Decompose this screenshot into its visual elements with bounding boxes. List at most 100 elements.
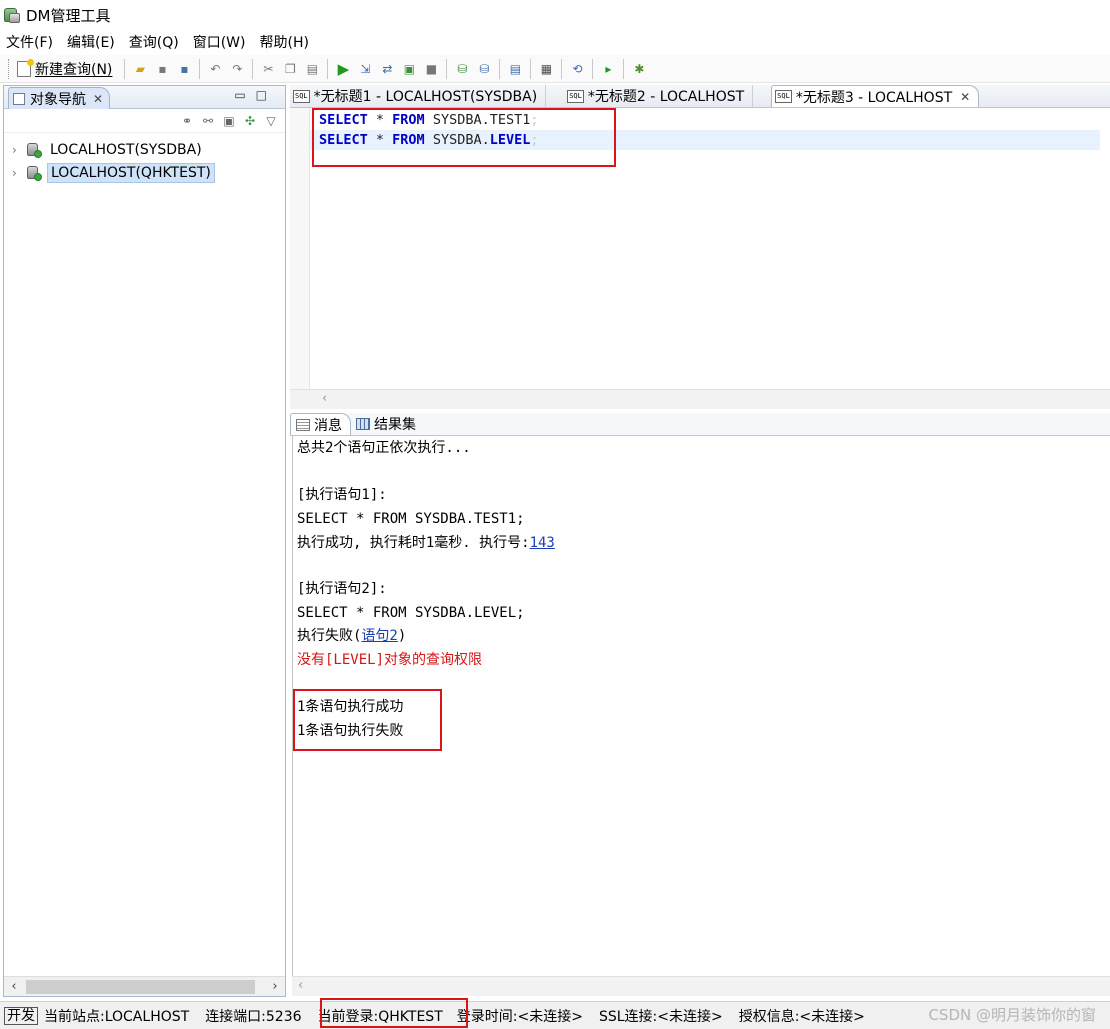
- sql-file-icon: SQL: [567, 89, 584, 103]
- message-stmt1-result: 执行成功, 执行耗时1毫秒. 执行号:143: [297, 532, 555, 555]
- close-icon[interactable]: ✕: [960, 90, 970, 104]
- commit-icon[interactable]: ⛁: [453, 60, 471, 78]
- toolbar-grip: [8, 58, 11, 79]
- run-to-cursor-icon[interactable]: ▸: [599, 60, 617, 78]
- toolbar-separator: [327, 58, 329, 79]
- sql-semicolon: ;: [530, 112, 539, 128]
- cut-icon[interactable]: ✂: [259, 60, 277, 78]
- message-text: 执行成功, 执行耗时1毫秒. 执行号:: [297, 535, 530, 551]
- undo-icon[interactable]: ↶: [206, 60, 224, 78]
- menu-bar: 文件(F) 编辑(E) 查询(Q) 窗口(W) 帮助(H): [0, 30, 1110, 54]
- sql-keyword: SELECT: [319, 132, 368, 148]
- scroll-left-icon[interactable]: ‹: [298, 978, 303, 993]
- tree-node-label: LOCALHOST(QHKTEST): [47, 162, 215, 183]
- exec-number-link[interactable]: 143: [530, 535, 555, 551]
- navigator-tab-row: 对象导航 ✕ ▭□: [4, 86, 285, 109]
- toolbar: 新建查询(N) ▰ ▪ ▪ ↶ ↷ ✂ ❐ ▤ ▶ ⇲ ⇄ ▣ ■ ⛁ ⛁ ▤ …: [0, 55, 1110, 83]
- code-line-2[interactable]: SELECT * FROM SYSDBA.LEVEL;: [310, 130, 1100, 150]
- sql-file-icon: SQL: [775, 90, 792, 103]
- tab-messages[interactable]: 消息: [290, 413, 351, 435]
- menu-query[interactable]: 查询(Q): [129, 32, 179, 52]
- chevron-right-icon[interactable]: ›: [12, 166, 26, 180]
- view-menu-chevron-down-icon[interactable]: ▽: [263, 113, 279, 129]
- minimize-maximize-icon[interactable]: ▭□: [234, 88, 277, 102]
- execute-icon[interactable]: ▶: [334, 60, 352, 78]
- messages-icon: [296, 418, 310, 431]
- messages-horizontal-scrollbar[interactable]: ‹: [292, 976, 1110, 996]
- chevron-right-icon[interactable]: ›: [12, 143, 26, 157]
- statement-2-link[interactable]: 语句2: [361, 628, 397, 644]
- debug-bug-icon[interactable]: ✱: [630, 60, 648, 78]
- status-license: 授权信息:<未连接>: [738, 1008, 865, 1025]
- save-all-icon[interactable]: ▪: [175, 60, 193, 78]
- connect-icon[interactable]: ⚭: [179, 113, 195, 129]
- window-title: DM管理工具: [26, 6, 111, 25]
- collapse-all-icon[interactable]: ✣: [242, 113, 258, 129]
- navigator-tab-label: 对象导航: [30, 91, 86, 108]
- tab-untitled-1[interactable]: SQL *无标题1 - LOCALHOST(SYSDBA): [290, 85, 547, 107]
- save-icon[interactable]: ▪: [153, 60, 171, 78]
- status-port: 连接端口:5236: [205, 1008, 302, 1025]
- close-icon[interactable]: ✕: [93, 92, 103, 106]
- menu-file[interactable]: 文件(F): [6, 32, 53, 52]
- summary-fail: 1条语句执行失败: [297, 723, 404, 739]
- sql-editor[interactable]: SELECT * FROM SYSDBA.TEST1; SELECT * FRO…: [290, 108, 1110, 391]
- sql-semicolon: ;: [530, 132, 539, 148]
- message-text: 执行失败(: [297, 628, 362, 644]
- redo-icon[interactable]: ↷: [228, 60, 246, 78]
- disconnect-icon[interactable]: ⚯: [200, 113, 216, 129]
- sql-identifier: SYSDBA.: [424, 132, 490, 148]
- editor-horizontal-scrollbar[interactable]: ‹: [290, 389, 1110, 409]
- connection-tree: › LOCALHOST(SYSDBA) › LOCALHOST(QHKTEST): [4, 133, 285, 184]
- sql-keyword: SELECT: [319, 112, 368, 128]
- rollback-icon[interactable]: ⛁: [475, 60, 493, 78]
- message-text: ): [397, 628, 407, 644]
- message-header: 总共2个语句正依次执行...: [297, 440, 471, 456]
- execute-script-icon[interactable]: ▣: [400, 60, 418, 78]
- format-icon[interactable]: ▤: [506, 60, 524, 78]
- tab-object-navigator[interactable]: 对象导航 ✕: [8, 87, 111, 109]
- tree-node-label: LOCALHOST(SYSDBA): [50, 141, 202, 158]
- new-query-button[interactable]: 新建查询(N): [17, 58, 112, 79]
- sql-star: *: [367, 112, 393, 128]
- scroll-right-icon[interactable]: ›: [265, 979, 285, 994]
- sql-star: *: [367, 132, 393, 148]
- paste-icon[interactable]: ▤: [303, 60, 321, 78]
- stop-icon[interactable]: ■: [422, 60, 440, 78]
- message-stmt1-label: [执行语句1]:: [297, 487, 387, 503]
- menu-window[interactable]: 窗口(W): [193, 32, 246, 52]
- explain-icon[interactable]: ⇄: [378, 60, 396, 78]
- error-message: 没有[LEVEL]对象的查询权限: [297, 652, 483, 668]
- open-folder-icon[interactable]: ▰: [131, 60, 149, 78]
- toolbar-separator: [499, 58, 501, 79]
- query-plan-icon[interactable]: ⟲: [568, 60, 586, 78]
- database-connection-icon: [26, 165, 42, 181]
- message-stmt1-sql: SELECT * FROM SYSDBA.TEST1;: [297, 511, 525, 527]
- grid-icon[interactable]: ▦: [537, 60, 555, 78]
- scroll-left-icon[interactable]: ‹: [4, 979, 24, 994]
- code-line-1[interactable]: SELECT * FROM SYSDBA.TEST1;: [319, 110, 539, 130]
- execute-step-icon[interactable]: ⇲: [356, 60, 374, 78]
- menu-edit[interactable]: 编辑(E): [67, 32, 115, 52]
- refresh-icon[interactable]: ▣: [221, 113, 237, 129]
- copy-icon[interactable]: ❐: [281, 60, 299, 78]
- object-navigator-panel: 对象导航 ✕ ▭□ ⚭ ⚯ ▣ ✣ ▽ › LOCALHOST(SYSDBA) …: [3, 85, 286, 997]
- navigator-horizontal-scrollbar[interactable]: ‹ ›: [4, 976, 285, 996]
- scrollbar-thumb[interactable]: [26, 979, 255, 994]
- sql-keyword: FROM: [392, 132, 425, 148]
- message-stmt2-sql: SELECT * FROM SYSDBA.LEVEL;: [297, 605, 525, 621]
- tab-label: *无标题1 - LOCALHOST(SYSDBA): [313, 89, 538, 105]
- tab-untitled-2[interactable]: SQL *无标题2 - LOCALHOST: [564, 85, 754, 107]
- scroll-left-icon[interactable]: ‹: [322, 391, 327, 406]
- message-stmt2-result: 执行失败(语句2): [297, 625, 406, 648]
- tree-node-localhost-sysdba[interactable]: › LOCALHOST(SYSDBA): [4, 138, 285, 161]
- tab-untitled-3[interactable]: SQL *无标题3 - LOCALHOST ✕: [771, 85, 980, 107]
- tree-node-localhost-qhktest[interactable]: › LOCALHOST(QHKTEST): [4, 161, 285, 184]
- new-query-icon: [17, 58, 34, 77]
- tab-result-set[interactable]: 结果集: [351, 413, 424, 435]
- sql-file-icon: SQL: [293, 89, 310, 103]
- tab-label: 结果集: [374, 417, 416, 433]
- status-site: 当前站点:LOCALHOST: [44, 1008, 190, 1025]
- sql-identifier-keyword: LEVEL: [489, 132, 531, 148]
- menu-help[interactable]: 帮助(H): [260, 32, 309, 52]
